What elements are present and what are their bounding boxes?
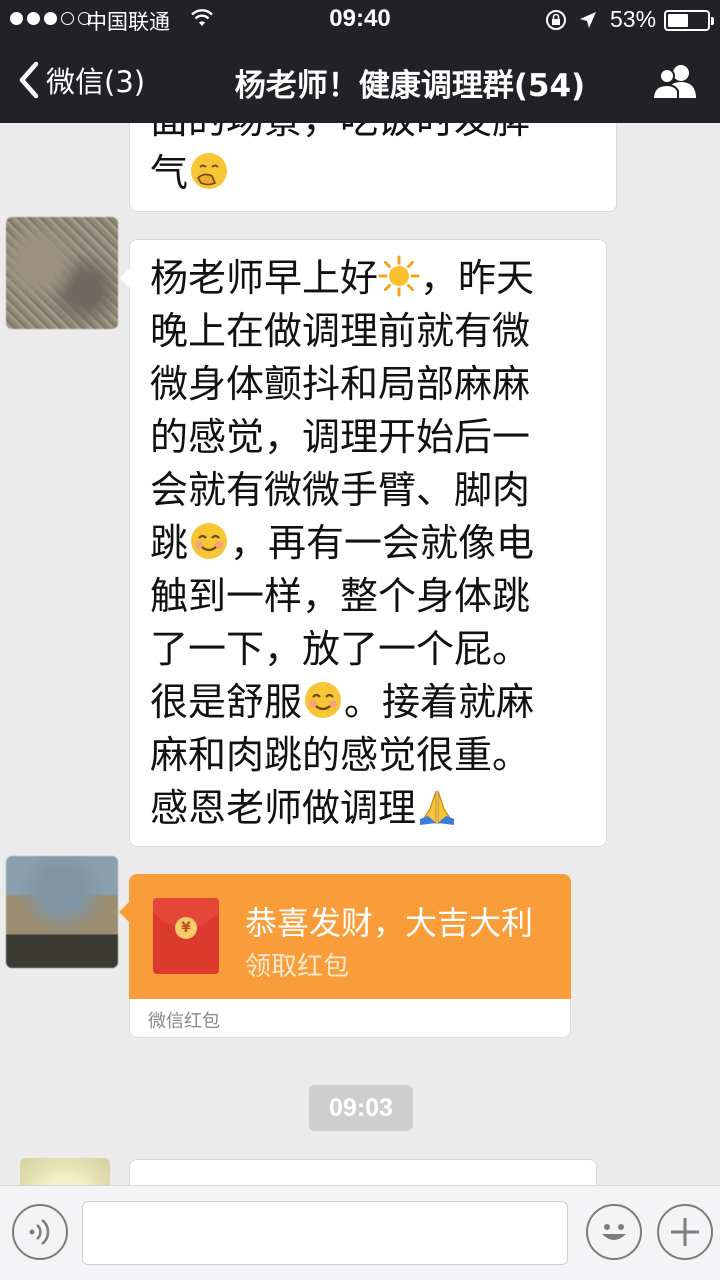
- message-text: 跳 ，再有一会就像电: [150, 521, 535, 565]
- rotation-lock-icon: [546, 10, 566, 30]
- message-text: 感恩老师做调理: [150, 782, 588, 835]
- red-packet-icon: ¥: [153, 898, 219, 974]
- more-options-button[interactable]: [657, 1204, 713, 1260]
- message-text: 气: [150, 147, 598, 200]
- message-text: 面的场景，吃饭时发脾: [150, 123, 598, 147]
- message-text: 触到一样，整个身体跳: [150, 574, 531, 618]
- message-text: 麻和肉跳的感觉很重。: [150, 733, 531, 777]
- voice-input-button[interactable]: [12, 1204, 68, 1260]
- red-packet-footer: 微信红包: [148, 1011, 220, 1032]
- message-text: 很是舒服 。接着就麻: [150, 680, 535, 724]
- sun-emoji-icon: [378, 255, 420, 297]
- battery-icon: [664, 10, 714, 31]
- back-label: 微信(3): [46, 65, 146, 99]
- red-packet-greeting: 恭喜发财，大吉大利: [245, 904, 534, 942]
- smiling-face-emoji-icon: [191, 523, 228, 559]
- smiling-face-emoji-icon: [305, 682, 342, 718]
- covering-mouth-face-emoji-icon: [191, 153, 228, 189]
- navigation-bar: 微信(3) 杨老师！健康调理群(54): [0, 40, 720, 123]
- message-bubble-next[interactable]: [129, 1159, 597, 1185]
- yuan-coin-icon: ¥: [175, 917, 197, 939]
- message-text: 微身体颤抖和局部麻麻: [150, 362, 531, 406]
- message-input[interactable]: [82, 1201, 568, 1265]
- message-timestamp: 09:03: [309, 1085, 413, 1131]
- battery-percentage: 53%: [610, 6, 657, 32]
- voice-icon: [29, 1219, 50, 1245]
- message-text: 杨老师早上好 ，昨天: [150, 255, 535, 300]
- sender-avatar[interactable]: [6, 856, 118, 968]
- message-bubble-previous[interactable]: 面的场景，吃饭时发脾 气: [129, 123, 617, 212]
- status-bar: 中国联通 09:40 53%: [0, 0, 720, 40]
- message-text: 会就有微微手臂、脚肉: [150, 468, 531, 512]
- chat-message-list[interactable]: 面的场景，吃饭时发脾 气 杨老师早上好 ，昨天: [0, 123, 720, 1185]
- folded-hands-emoji-icon: [420, 790, 455, 825]
- chevron-left-icon: [19, 61, 39, 99]
- message-text: 晚上在做调理前就有微: [150, 309, 531, 353]
- back-button[interactable]: 微信(3): [16, 58, 145, 102]
- red-packet-action: 领取红包: [245, 952, 350, 982]
- group-members-icon[interactable]: [650, 62, 700, 102]
- emoji-button[interactable]: [586, 1204, 642, 1260]
- message-text: 的感觉，调理开始后一: [150, 415, 531, 459]
- message-text: 了一下，放了一个屁。: [150, 627, 531, 671]
- sender-avatar[interactable]: [6, 217, 118, 329]
- message-bubble[interactable]: 杨老师早上好 ，昨天 晚上在做调理前就有微 微身体颤抖和局部麻麻 的感觉，调理开…: [120, 239, 607, 847]
- chat-input-bar: [0, 1185, 720, 1280]
- red-packet-card[interactable]: ¥ 恭喜发财，大吉大利 领取红包 微信红包: [119, 874, 571, 1038]
- plus-icon: [671, 1218, 699, 1246]
- chat-title: 杨老师！健康调理群(54): [234, 68, 586, 104]
- sender-avatar[interactable]: [20, 1158, 110, 1185]
- smiley-face-icon: [602, 1224, 626, 1240]
- location-arrow-icon: [580, 12, 596, 28]
